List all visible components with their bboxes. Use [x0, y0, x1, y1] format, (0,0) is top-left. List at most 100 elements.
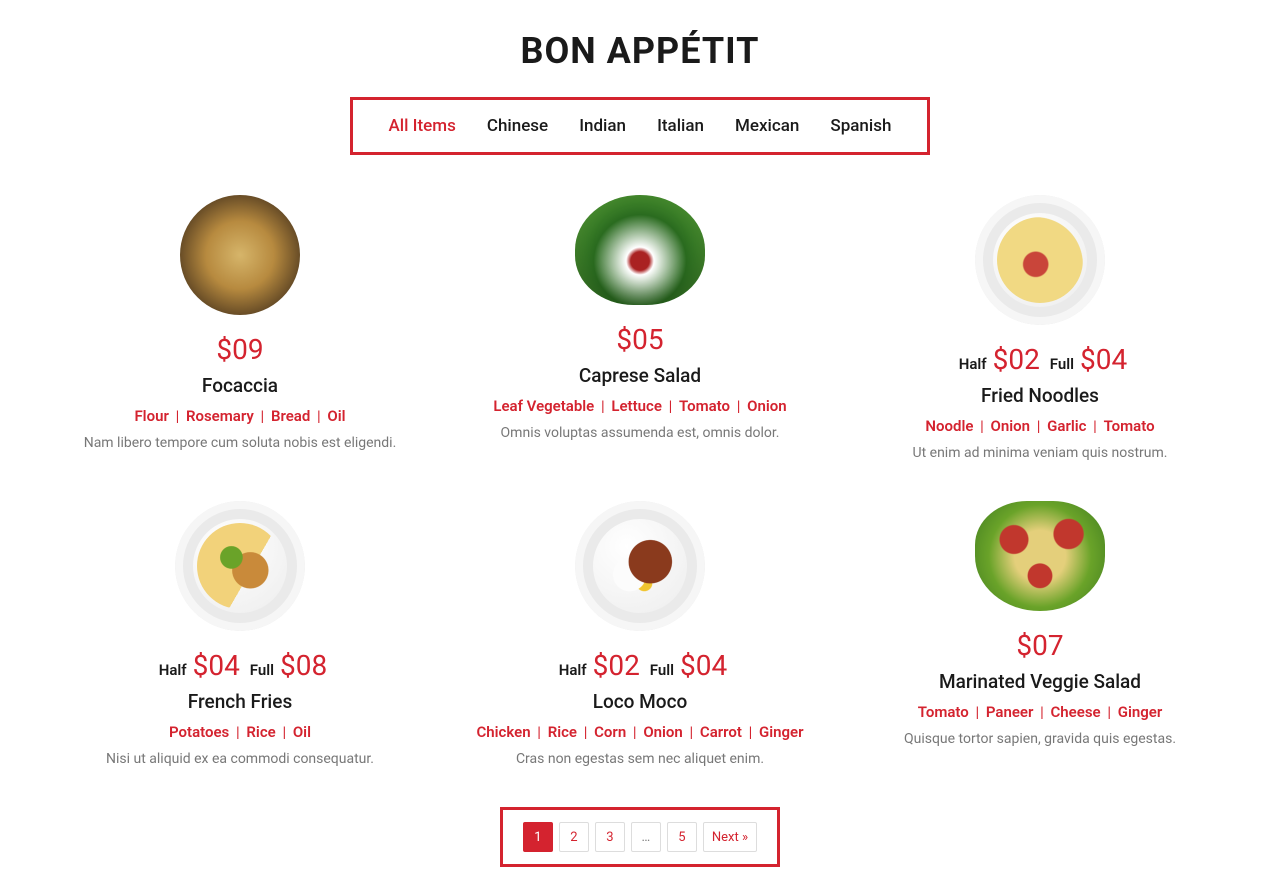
price-label: Half	[959, 355, 987, 373]
ingredient: Onion	[747, 397, 787, 415]
separator: |	[254, 407, 271, 425]
price-line: $07	[860, 629, 1220, 662]
ingredient: Flour	[134, 407, 168, 425]
separator: |	[1101, 703, 1118, 721]
item-description: Nam libero tempore cum soluta nobis est …	[60, 435, 420, 451]
menu-item: $09 Focaccia Flour | Rosemary | Bread | Oi…	[50, 195, 430, 461]
ingredient: Bread	[271, 407, 310, 425]
price-line: Half $02 Full $04	[860, 343, 1220, 376]
ingredient: Rice	[246, 723, 275, 741]
separator: |	[531, 723, 548, 741]
separator: |	[742, 723, 759, 741]
ingredients: Flour | Rosemary | Bread | Oil	[60, 407, 420, 425]
item-description: Nisi ut aliquid ex ea commodi consequatu…	[60, 751, 420, 767]
ingredients: Tomato | Paneer | Cheese | Ginger	[860, 703, 1220, 721]
price-label: Full	[1050, 355, 1074, 373]
separator: |	[662, 397, 679, 415]
separator: |	[577, 723, 594, 741]
food-image	[575, 501, 705, 631]
food-image	[975, 195, 1105, 325]
ingredients: Leaf Vegetable | Lettuce | Tomato | Onio…	[460, 397, 820, 415]
price-label: Full	[250, 661, 274, 679]
item-name: Fried Noodles	[860, 384, 1220, 407]
ingredient: Cheese	[1051, 703, 1101, 721]
filter-tab-all-items[interactable]: All Items	[389, 116, 456, 136]
ingredient: Carrot	[700, 723, 742, 741]
price-value: $08	[280, 649, 327, 682]
separator: |	[683, 723, 700, 741]
page-ellipsis: …	[631, 822, 661, 852]
food-image	[975, 501, 1105, 611]
price-value: $04	[1080, 343, 1127, 376]
ingredient: Lettuce	[611, 397, 662, 415]
separator: |	[276, 723, 293, 741]
filter-tab-spanish[interactable]: Spanish	[830, 116, 891, 136]
item-name: Caprese Salad	[460, 364, 820, 387]
separator: |	[1033, 703, 1050, 721]
page-button-2[interactable]: 2	[559, 822, 589, 852]
separator: |	[730, 397, 747, 415]
ingredient: Tomato	[1104, 417, 1155, 435]
food-image	[575, 195, 705, 305]
price-value: $02	[993, 343, 1040, 376]
price-line: $05	[460, 323, 820, 356]
separator: |	[969, 703, 986, 721]
price-line: Half $04 Full $08	[60, 649, 420, 682]
page-button-1[interactable]: 1	[523, 822, 553, 852]
menu-item: $05 Caprese Salad Leaf Vegetable | Lettuce…	[450, 195, 830, 461]
page-next-button[interactable]: Next »	[703, 822, 757, 852]
separator: |	[229, 723, 246, 741]
ingredient: Rosemary	[186, 407, 254, 425]
ingredient: Oil	[293, 723, 311, 741]
page-button-5[interactable]: 5	[667, 822, 697, 852]
filter-tab-mexican[interactable]: Mexican	[735, 116, 799, 136]
price-value: $04	[193, 649, 240, 682]
separator: |	[594, 397, 611, 415]
item-description: Cras non egestas sem nec aliquet enim.	[460, 751, 820, 767]
separator: |	[1030, 417, 1047, 435]
menu-item: Half $02 Full $04 Fried Noodles Noodle | O…	[850, 195, 1230, 461]
separator: |	[626, 723, 643, 741]
filter-tab-chinese[interactable]: Chinese	[487, 116, 548, 136]
item-name: Focaccia	[60, 374, 420, 397]
price-value: $02	[593, 649, 640, 682]
separator: |	[1086, 417, 1103, 435]
price-value: $07	[1016, 629, 1063, 662]
ingredient: Potatoes	[169, 723, 229, 741]
price-label: Full	[650, 661, 674, 679]
filter-tab-italian[interactable]: Italian	[657, 116, 704, 136]
ingredients: Chicken | Rice | Corn | Onion | Carrot |…	[460, 723, 820, 741]
price-label: Half	[159, 661, 187, 679]
price-line: $09	[60, 333, 420, 366]
ingredient: Onion	[643, 723, 683, 741]
page-button-3[interactable]: 3	[595, 822, 625, 852]
item-name: Marinated Veggie Salad	[860, 670, 1220, 693]
category-filter-bar: All Items Chinese Indian Italian Mexican Span…	[350, 97, 930, 155]
price-line: Half $02 Full $04	[460, 649, 820, 682]
separator: |	[310, 407, 327, 425]
ingredient: Corn	[594, 723, 626, 741]
ingredient: Noodle	[925, 417, 973, 435]
menu-grid: $09 Focaccia Flour | Rosemary | Bread | Oi…	[50, 195, 1230, 767]
ingredient: Ginger	[759, 723, 804, 741]
item-description: Quisque tortor sapien, gravida quis eges…	[860, 731, 1220, 747]
item-name: Loco Moco	[460, 690, 820, 713]
menu-item: Half $02 Full $04 Loco Moco Chicken | Rice…	[450, 501, 830, 767]
separator: |	[169, 407, 186, 425]
ingredients: Potatoes | Rice | Oil	[60, 723, 420, 741]
item-description: Ut enim ad minima veniam quis nostrum.	[860, 445, 1220, 461]
ingredient: Chicken	[476, 723, 530, 741]
ingredient: Paneer	[986, 703, 1034, 721]
pagination: 123…5Next »	[500, 807, 780, 867]
page-title: BON APPÉTIT	[40, 30, 1240, 72]
ingredient: Onion	[991, 417, 1031, 435]
ingredient: Ginger	[1118, 703, 1163, 721]
separator: |	[973, 417, 990, 435]
ingredient: Leaf Vegetable	[493, 397, 594, 415]
item-name: French Fries	[60, 690, 420, 713]
food-image	[175, 501, 305, 631]
filter-tab-indian[interactable]: Indian	[579, 116, 626, 136]
price-value: $04	[680, 649, 727, 682]
price-label: Half	[559, 661, 587, 679]
ingredient: Oil	[327, 407, 345, 425]
